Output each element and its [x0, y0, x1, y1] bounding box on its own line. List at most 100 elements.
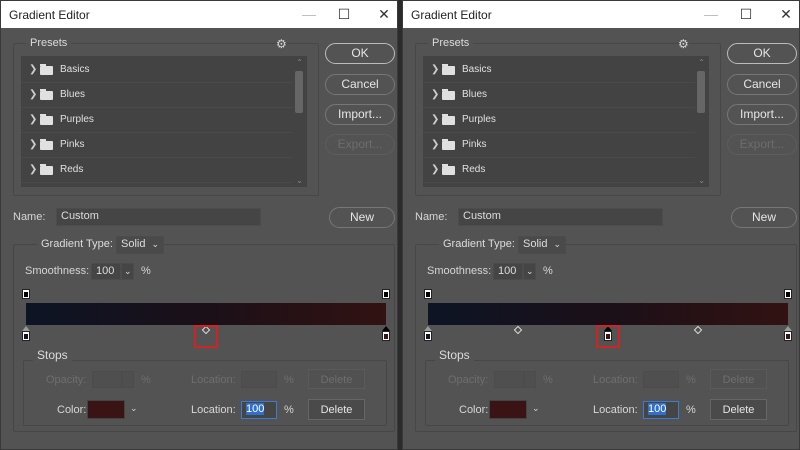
- chevron-right-icon[interactable]: ❯: [29, 89, 37, 100]
- smoothness-input[interactable]: 100: [493, 263, 523, 280]
- preset-folder[interactable]: ❯ Purples: [21, 108, 293, 133]
- preset-folder[interactable]: ❯ Basics: [423, 58, 695, 83]
- chevron-down-icon: ⌄: [151, 239, 159, 249]
- close-button[interactable]: ✕: [374, 5, 394, 23]
- minimize-button[interactable]: —: [701, 5, 721, 23]
- color-location-input[interactable]: 100: [643, 401, 679, 419]
- name-input[interactable]: Custom: [458, 208, 663, 226]
- opacity-dropdown: [524, 371, 536, 388]
- scroll-down-icon[interactable]: ⌄: [296, 176, 303, 185]
- opacity-location-label: Location:: [593, 374, 638, 386]
- color-delete-button[interactable]: Delete: [710, 399, 767, 420]
- ok-button[interactable]: OK: [727, 43, 797, 64]
- chevron-right-icon[interactable]: ❯: [29, 114, 37, 125]
- smoothness-dropdown[interactable]: ⌄: [523, 263, 536, 280]
- preset-folder-label: Blues: [60, 89, 86, 100]
- chevron-right-icon[interactable]: ❯: [29, 139, 37, 150]
- highlight-box: [194, 325, 218, 348]
- opacity-delete-button: Delete: [308, 369, 365, 389]
- cancel-button[interactable]: Cancel: [325, 74, 395, 95]
- presets-label: Presets: [26, 37, 72, 49]
- opacity-location-unit: %: [284, 374, 294, 386]
- color-location-input[interactable]: 100: [241, 401, 277, 419]
- color-location-unit: %: [284, 404, 294, 416]
- ok-button[interactable]: OK: [325, 43, 395, 64]
- name-label: Name:: [415, 211, 448, 223]
- smoothness-input[interactable]: 100: [91, 263, 121, 280]
- color-stop[interactable]: [784, 331, 792, 341]
- smoothness-dropdown[interactable]: ⌄: [121, 263, 134, 280]
- color-swatch[interactable]: [489, 400, 527, 419]
- preset-folder[interactable]: ❯ Pinks: [423, 133, 695, 158]
- gradient-editor-dialog: Gradient Editor — ☐ ✕ Presets ⚙ ❯ Basics…: [0, 0, 398, 450]
- preset-folder-label: Reds: [462, 164, 486, 175]
- gradient-type-select[interactable]: Solid ⌄: [116, 236, 164, 254]
- name-input[interactable]: Custom: [56, 208, 261, 226]
- opacity-input: [494, 371, 524, 388]
- minimize-button[interactable]: —: [299, 5, 319, 23]
- gradient-type-label: Gradient Type:: [37, 238, 117, 250]
- scroll-up-icon[interactable]: ⌃: [296, 58, 303, 67]
- stops-label: Stops: [435, 348, 474, 362]
- color-stop[interactable]: [382, 331, 390, 341]
- opacity-stop[interactable]: [22, 289, 30, 299]
- smoothness-unit: %: [543, 265, 553, 277]
- smoothness-label: Smoothness:: [25, 265, 90, 277]
- chevron-down-icon[interactable]: ⌄: [130, 403, 138, 414]
- preset-folder-label: Blues: [462, 89, 488, 100]
- preset-folder[interactable]: ❯ Blues: [21, 83, 293, 108]
- folder-icon: [40, 114, 53, 125]
- color-stop[interactable]: [424, 331, 432, 341]
- chevron-right-icon[interactable]: ❯: [431, 64, 439, 75]
- preset-folder[interactable]: ❯ Blues: [423, 83, 695, 108]
- stop-pointer-icon: [784, 326, 792, 331]
- opacity-stop[interactable]: [382, 289, 390, 299]
- opacity-dropdown: [122, 371, 134, 388]
- gear-icon[interactable]: ⚙: [678, 37, 689, 51]
- presets-scrollbar[interactable]: [295, 71, 303, 113]
- preset-folder[interactable]: ❯ Reds: [21, 158, 293, 183]
- color-delete-button[interactable]: Delete: [308, 399, 365, 420]
- chevron-right-icon[interactable]: ❯: [431, 164, 439, 175]
- new-button[interactable]: New: [731, 207, 797, 228]
- gear-icon[interactable]: ⚙: [276, 37, 287, 51]
- scroll-down-icon[interactable]: ⌄: [698, 176, 705, 185]
- preset-folder[interactable]: ❯ Pinks: [21, 133, 293, 158]
- chevron-right-icon[interactable]: ❯: [431, 139, 439, 150]
- scroll-up-icon[interactable]: ⌃: [698, 58, 705, 67]
- preset-folder[interactable]: ❯ Reds: [423, 158, 695, 183]
- close-button[interactable]: ✕: [776, 5, 796, 23]
- new-button[interactable]: New: [329, 207, 395, 228]
- chevron-right-icon[interactable]: ❯: [431, 89, 439, 100]
- gradient-bar[interactable]: [26, 303, 386, 325]
- opacity-stop[interactable]: [784, 289, 792, 299]
- maximize-button[interactable]: ☐: [736, 5, 756, 23]
- dialog-title: Gradient Editor: [411, 8, 492, 22]
- folder-icon: [442, 164, 455, 175]
- folder-icon: [442, 89, 455, 100]
- folder-icon: [442, 114, 455, 125]
- title-bar: Gradient Editor — ☐ ✕: [403, 1, 799, 28]
- cancel-button[interactable]: Cancel: [727, 74, 797, 95]
- gradient-type-select[interactable]: Solid ⌄: [518, 236, 566, 254]
- gradient-bar[interactable]: [428, 303, 788, 325]
- chevron-down-icon[interactable]: ⌄: [532, 403, 540, 414]
- preset-folder-label: Purples: [60, 114, 94, 125]
- color-location-label: Location:: [593, 404, 638, 416]
- gradient-type-value: Solid: [121, 238, 146, 250]
- preset-folder-label: Pinks: [462, 139, 487, 150]
- stop-pointer-icon: [424, 326, 432, 331]
- opacity-stop[interactable]: [424, 289, 432, 299]
- color-swatch[interactable]: [87, 400, 125, 419]
- chevron-right-icon[interactable]: ❯: [431, 114, 439, 125]
- color-location-value: 100: [246, 403, 265, 415]
- chevron-right-icon[interactable]: ❯: [29, 164, 37, 175]
- maximize-button[interactable]: ☐: [334, 5, 354, 23]
- presets-scrollbar[interactable]: [697, 71, 705, 113]
- color-stop[interactable]: [22, 331, 30, 341]
- import-button[interactable]: Import...: [325, 104, 395, 125]
- preset-folder[interactable]: ❯ Purples: [423, 108, 695, 133]
- preset-folder[interactable]: ❯ Basics: [21, 58, 293, 83]
- chevron-right-icon[interactable]: ❯: [29, 64, 37, 75]
- import-button[interactable]: Import...: [727, 104, 797, 125]
